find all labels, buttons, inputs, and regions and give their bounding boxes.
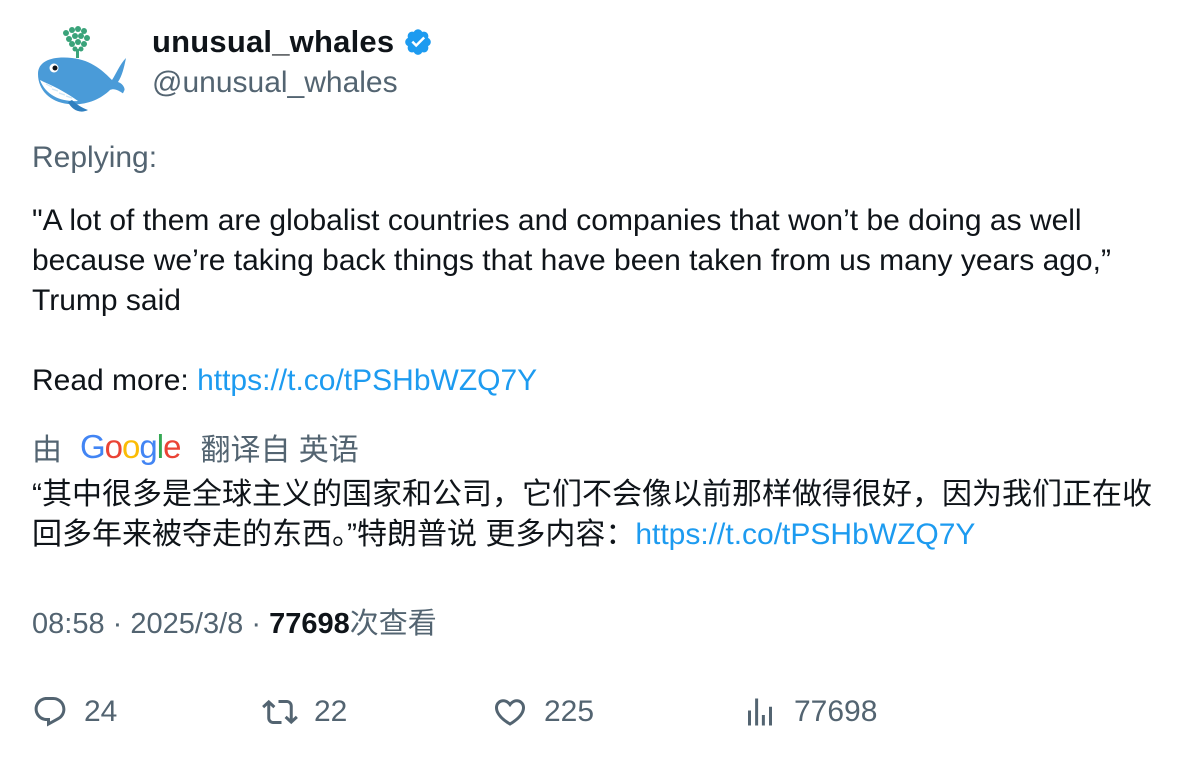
read-more-label: Read more: — [32, 364, 198, 397]
like-button[interactable]: 225 — [492, 690, 594, 734]
like-count: 225 — [544, 695, 595, 728]
display-name-row: unusual_whales — [152, 24, 433, 60]
replying-label: Replying: — [32, 141, 158, 174]
views-label: 次查看 — [349, 608, 437, 640]
analytics-icon — [748, 698, 772, 726]
tweet-text: "A lot of them are globalist countries a… — [32, 204, 1111, 317]
repost-icon — [262, 699, 298, 725]
tweet: unusual_whales @unusual_whales Replying:… — [0, 0, 1196, 758]
reply-count: 24 — [84, 695, 118, 728]
tweet-time[interactable]: 08:58 — [32, 608, 105, 640]
author-names: unusual_whales @unusual_whales — [152, 24, 433, 100]
translated-from-label[interactable]: 翻译自 英语 — [200, 425, 358, 469]
whale-avatar-icon — [32, 24, 128, 120]
google-logo: Google — [80, 428, 181, 465]
read-more-line: Read more: https://t.co/tPSHbWZQ7Y — [32, 361, 537, 401]
meta-separator: · — [251, 608, 261, 640]
avatar[interactable] — [32, 24, 128, 120]
translated-text-block: “其中很多是全球主义的国家和公司，它们不会像以前那样做得很好，因为我们正在收回多… — [32, 475, 1172, 555]
reply-icon — [34, 697, 66, 727]
tweet-date[interactable]: 2025/3/8 — [130, 608, 243, 640]
views-count-action: 77698 — [794, 695, 878, 728]
views-count: 77698 — [269, 608, 350, 640]
display-name[interactable]: unusual_whales — [152, 24, 394, 60]
tweet-meta: 08:58 · 2025/3/8 · 77698次查看 — [32, 604, 437, 644]
action-bar: 24 22 225 77698 — [32, 690, 1172, 734]
translated-by-label: 由 — [32, 434, 62, 467]
views-button[interactable]: 77698 — [742, 690, 877, 734]
handle[interactable]: @unusual_whales — [152, 66, 433, 100]
repost-button[interactable]: 22 — [262, 690, 347, 734]
translation-attribution: 由 Google 翻译自 英语 — [32, 427, 359, 467]
translated-link[interactable]: https://t.co/tPSHbWZQ7Y — [635, 518, 975, 551]
translated-text: “其中很多是全球主义的国家和公司，它们不会像以前那样做得很好，因为我们正在收回多… — [32, 478, 1152, 551]
verified-badge-icon[interactable] — [403, 27, 433, 57]
tweet-link[interactable]: https://t.co/tPSHbWZQ7Y — [197, 364, 537, 397]
meta-separator: · — [112, 608, 123, 640]
repost-count: 22 — [314, 695, 348, 728]
reply-button[interactable]: 24 — [32, 690, 117, 734]
tweet-header: unusual_whales @unusual_whales — [32, 24, 433, 120]
heart-icon — [494, 699, 526, 726]
